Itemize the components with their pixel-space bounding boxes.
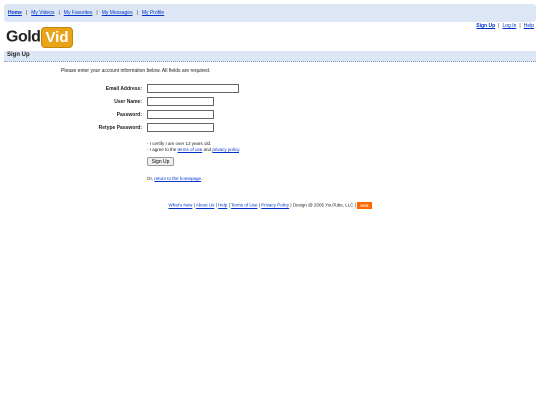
intro-text: Please enter your account information be… xyxy=(61,68,211,74)
nav-separator: | xyxy=(96,10,98,16)
terms-agree-line: - I agree to the terms of use and privac… xyxy=(147,147,240,153)
nav-home-link[interactable]: Home xyxy=(8,10,22,16)
logo-text-vid: Vid xyxy=(41,27,73,48)
site-logo[interactable]: Gold Vid xyxy=(6,27,73,48)
footer-copyright: Design @ 2005 YouTube, LLC xyxy=(292,202,354,208)
terms-period: . xyxy=(239,147,241,152)
retype-password-field[interactable] xyxy=(147,123,214,132)
username-field[interactable] xyxy=(147,97,214,106)
footer-separator: | xyxy=(290,202,292,208)
footer-about-us-link[interactable]: About Us xyxy=(196,203,215,208)
userlinks-separator: | xyxy=(498,23,500,29)
privacy-policy-link[interactable]: privacy policy xyxy=(212,147,239,152)
footer-terms-link[interactable]: Terms of Use xyxy=(231,203,258,208)
email-row: Email Address: xyxy=(0,84,540,94)
footer-help-link[interactable]: Help xyxy=(218,203,227,208)
userlinks-separator: | xyxy=(519,23,521,29)
rss-icon[interactable]: RSS xyxy=(357,202,372,209)
password-row: Password: xyxy=(0,110,540,120)
terms-prefix: - I agree to the xyxy=(147,147,178,152)
terms-and: and xyxy=(202,147,213,152)
nav-my-messages-link[interactable]: My Messages xyxy=(102,10,133,16)
nav-separator: | xyxy=(25,10,28,16)
retype-password-label: Retype Password: xyxy=(98,125,142,131)
terms-of-use-link[interactable]: terms of use xyxy=(178,147,203,152)
footer-separator: | xyxy=(228,202,230,208)
footer: What's New | About Us | Help | Terms of … xyxy=(0,202,540,209)
return-suffix: . xyxy=(201,176,203,181)
email-label: Email Address: xyxy=(105,86,142,92)
top-navigation-bar: Home | My Videos | My Favorites | My Messages |… xyxy=(4,4,536,22)
logo-text-gold: Gold xyxy=(6,28,41,46)
footer-whats-new-link[interactable]: What's New xyxy=(169,203,193,208)
return-homepage-link[interactable]: return to the homepage xyxy=(154,176,201,181)
top-nav-links: Home | My Videos | My Favorites | My Messages |… xyxy=(8,10,164,16)
footer-separator: | xyxy=(354,202,356,208)
section-header-bar: Sign Up xyxy=(4,51,536,62)
return-home-text: Or, return to the homepage. xyxy=(147,176,202,181)
password-label: Password: xyxy=(116,112,142,118)
footer-separator: | xyxy=(193,202,195,208)
username-label: User Name: xyxy=(114,99,142,105)
user-links: Sign Up | Log In | Help xyxy=(476,23,534,29)
footer-privacy-link[interactable]: Privacy Policy xyxy=(261,203,289,208)
nav-my-profile-link[interactable]: My Profile xyxy=(142,10,164,16)
password-field[interactable] xyxy=(147,110,214,119)
nav-my-favorites-link[interactable]: My Favorites xyxy=(64,10,93,16)
sign-up-link[interactable]: Sign Up xyxy=(476,23,495,29)
section-title: Sign Up xyxy=(7,52,30,58)
nav-my-videos-link[interactable]: My Videos xyxy=(31,10,54,16)
nav-separator: | xyxy=(136,10,138,16)
footer-separator: | xyxy=(215,202,217,208)
footer-separator: | xyxy=(258,202,260,208)
help-link[interactable]: Help xyxy=(524,23,534,29)
username-row: User Name: xyxy=(0,97,540,107)
retype-password-row: Retype Password: xyxy=(0,123,540,133)
email-field[interactable] xyxy=(147,84,239,93)
nav-separator: | xyxy=(58,10,60,16)
agreement-text: - I certify I am over 13 years old. - I … xyxy=(147,141,240,153)
sign-up-button[interactable]: Sign Up xyxy=(147,157,174,166)
log-in-link[interactable]: Log In xyxy=(502,23,516,29)
